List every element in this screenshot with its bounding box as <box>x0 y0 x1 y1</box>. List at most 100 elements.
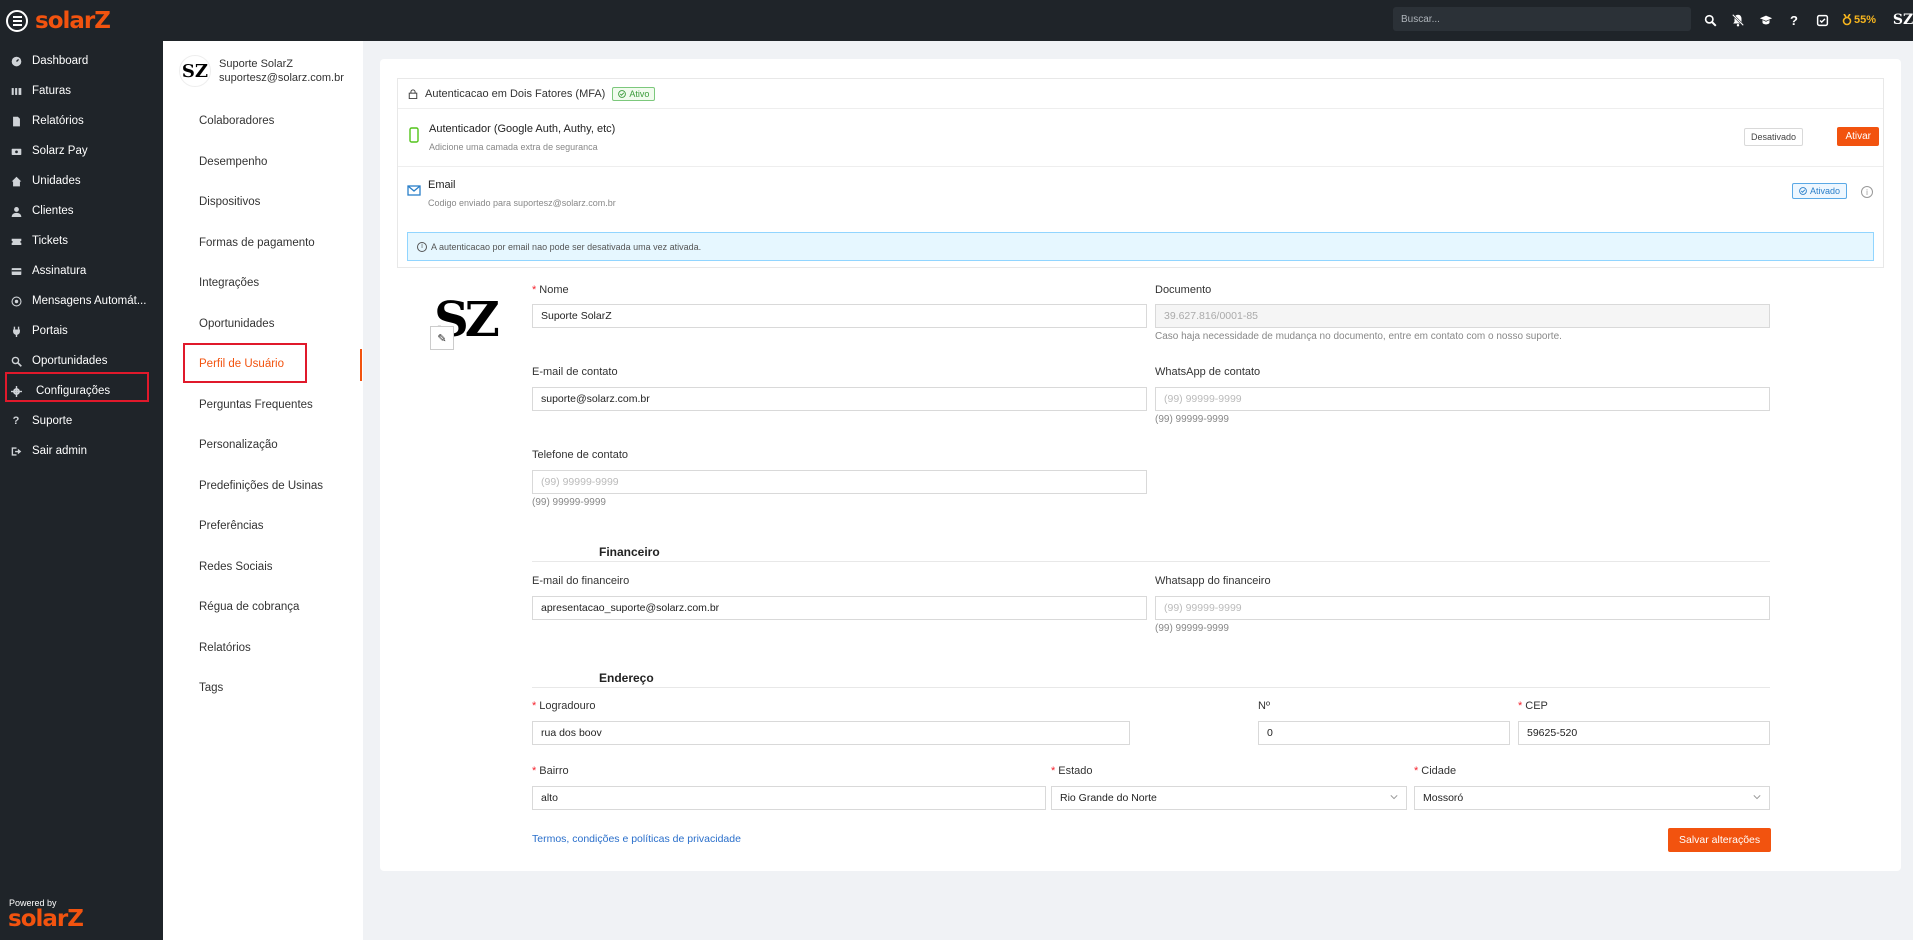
sidebar-item-tickets[interactable]: Tickets <box>0 226 163 256</box>
settings-item-relatorios[interactable]: Relatórios <box>199 642 251 654</box>
whatsapp-contato-label: WhatsApp de contato <box>1155 366 1261 378</box>
bairro-input[interactable] <box>532 786 1046 810</box>
sidebar-item-mensagens[interactable]: Mensagens Automát... <box>0 286 163 316</box>
settings-item-predefinicoes-usinas[interactable]: Predefinições de Usinas <box>199 480 323 492</box>
active-indicator <box>360 349 362 381</box>
whatsapp-financeiro-label: Whatsapp do financeiro <box>1155 575 1271 587</box>
activate-authenticator-button[interactable]: Ativar <box>1837 127 1879 146</box>
settings-item-integracoes[interactable]: Integrações <box>199 277 259 289</box>
sidebar-item-portais[interactable]: Portais <box>0 316 163 346</box>
settings-item-dispositivos[interactable]: Dispositivos <box>199 196 260 208</box>
sidebar-item-suporte[interactable]: ? Suporte <box>0 406 163 436</box>
progress-percentage: 55% <box>1854 14 1877 26</box>
email-contato-input[interactable] <box>532 387 1147 411</box>
bars-icon <box>10 85 22 97</box>
email-row: Email Codigo enviado para suportesz@sola… <box>398 167 1883 227</box>
sidebar-item-label: Solarz Pay <box>32 145 88 157</box>
numero-input[interactable] <box>1258 721 1510 745</box>
settings-item-regua-cobranca[interactable]: Régua de cobrança <box>199 601 299 613</box>
settings-item-perguntas-frequentes[interactable]: Perguntas Frequentes <box>199 399 313 411</box>
cep-input[interactable] <box>1518 721 1770 745</box>
configuracoes-highlight-box <box>5 372 149 402</box>
endereco-section-title: Endereço <box>599 671 654 685</box>
documento-hint: Caso haja necessidade de mudança no docu… <box>1155 331 1562 342</box>
check-circle-icon <box>1799 187 1807 195</box>
email-financeiro-input[interactable] <box>532 596 1147 620</box>
email-financeiro-label: E-mail do financeiro <box>532 575 630 587</box>
mfa-status-tag: Ativo <box>612 86 656 101</box>
terms-link[interactable]: Termos, condições e políticas de privaci… <box>532 833 741 845</box>
gauge-icon <box>10 55 22 67</box>
sidebar-item-dashboard[interactable]: Dashboard <box>0 46 163 76</box>
bairro-label: * Bairro <box>532 765 569 777</box>
settings-item-colaboradores[interactable]: Colaboradores <box>199 115 274 127</box>
telefone-input[interactable] <box>532 470 1147 494</box>
sidebar-item-label: Oportunidades <box>32 355 108 367</box>
sidebar-item-label: Assinatura <box>32 265 87 277</box>
documento-input <box>1155 304 1770 328</box>
progress-badge[interactable]: 55% <box>1842 14 1876 26</box>
mfa-status-label: Ativo <box>629 88 650 99</box>
profile-avatar: SZ <box>179 55 211 87</box>
settings-item-oportunidades[interactable]: Oportunidades <box>199 318 274 330</box>
cidade-select[interactable]: Mossoró <box>1414 786 1770 810</box>
sidebar-item-faturas[interactable]: Faturas <box>0 76 163 106</box>
logout-icon <box>10 445 22 457</box>
sidebar-item-label: Dashboard <box>32 55 89 67</box>
settings-item-personalizacao[interactable]: Personalização <box>199 439 278 451</box>
sidebar-item-label: Mensagens Automát... <box>32 295 147 307</box>
ticket-icon <box>10 235 22 247</box>
info-icon[interactable]: i <box>1861 186 1873 198</box>
sidebar-item-solarz-pay[interactable]: Solarz Pay <box>0 136 163 166</box>
nome-input[interactable] <box>532 304 1147 328</box>
settings-item-tags[interactable]: Tags <box>199 682 223 694</box>
checklist-icon[interactable] <box>1814 12 1830 28</box>
settings-item-redes-sociais[interactable]: Redes Sociais <box>199 561 273 573</box>
sidebar-item-label: Portais <box>32 325 68 337</box>
edit-photo-icon[interactable]: ✎ <box>430 326 454 350</box>
whatsapp-financeiro-input[interactable] <box>1155 596 1770 620</box>
profile-card: Autenticacao em Dois Fatores (MFA) Ativo… <box>380 59 1901 871</box>
medal-icon <box>1842 14 1852 26</box>
sidebar-item-clientes[interactable]: Clientes <box>0 196 163 226</box>
settings-item-desempenho[interactable]: Desempenho <box>199 156 267 168</box>
main-sidebar: Dashboard Faturas Relatórios Solarz Pay … <box>0 41 163 940</box>
notifications-off-icon[interactable] <box>1730 12 1746 28</box>
estado-label: * Estado <box>1051 765 1093 777</box>
hamburger-menu-icon[interactable] <box>6 9 28 32</box>
solarz-logo[interactable]: solarZ <box>35 8 111 34</box>
sidebar-item-relatorios[interactable]: Relatórios <box>0 106 163 136</box>
chevron-down-icon <box>1753 795 1761 800</box>
sidebar-item-label: Sair admin <box>32 445 87 457</box>
whatsapp-contato-input[interactable] <box>1155 387 1770 411</box>
authenticator-subtitle: Adicione uma camada extra de seguranca <box>429 142 598 152</box>
numero-label: Nº <box>1258 700 1270 712</box>
search-icon[interactable] <box>1702 12 1718 28</box>
sidebar-item-label: Suporte <box>32 415 73 427</box>
email-subtitle: Codigo enviado para suportesz@solarz.com… <box>428 198 616 208</box>
help-icon[interactable]: ? <box>1786 12 1802 28</box>
sidebar-item-assinatura[interactable]: Assinatura <box>0 256 163 286</box>
email-status-label: Ativado <box>1809 186 1840 196</box>
user-avatar[interactable]: SZ <box>1892 9 1913 31</box>
sidebar-item-unidades[interactable]: Unidades <box>0 166 163 196</box>
payment-icon <box>10 145 22 157</box>
plug-icon <box>10 325 22 337</box>
graduation-cap-icon[interactable] <box>1758 12 1774 28</box>
email-status-tag: Ativado <box>1791 183 1847 199</box>
save-button[interactable]: Salvar alterações <box>1668 828 1772 852</box>
mfa-alert: i A autenticacao por email nao pode ser … <box>407 232 1874 261</box>
documento-label: Documento <box>1155 284 1212 296</box>
sidebar-item-sair-admin[interactable]: Sair admin <box>0 436 163 466</box>
top-bar: solarZ ? 55% SZ <box>0 0 1913 41</box>
settings-item-formas-pagamento[interactable]: Formas de pagamento <box>199 237 315 249</box>
telefone-label: Telefone de contato <box>532 449 629 461</box>
profile-name: Suporte SolarZ <box>219 58 293 70</box>
profile-email: suportesz@solarz.com.br <box>219 72 344 84</box>
solarz-footer-logo: solarZ <box>8 906 84 932</box>
logradouro-input[interactable] <box>532 721 1130 745</box>
search-input[interactable] <box>1401 13 1691 25</box>
settings-item-preferencias[interactable]: Preferências <box>199 520 264 532</box>
estado-select[interactable]: Rio Grande do Norte <box>1051 786 1407 810</box>
whatsapp-icon <box>10 295 22 307</box>
